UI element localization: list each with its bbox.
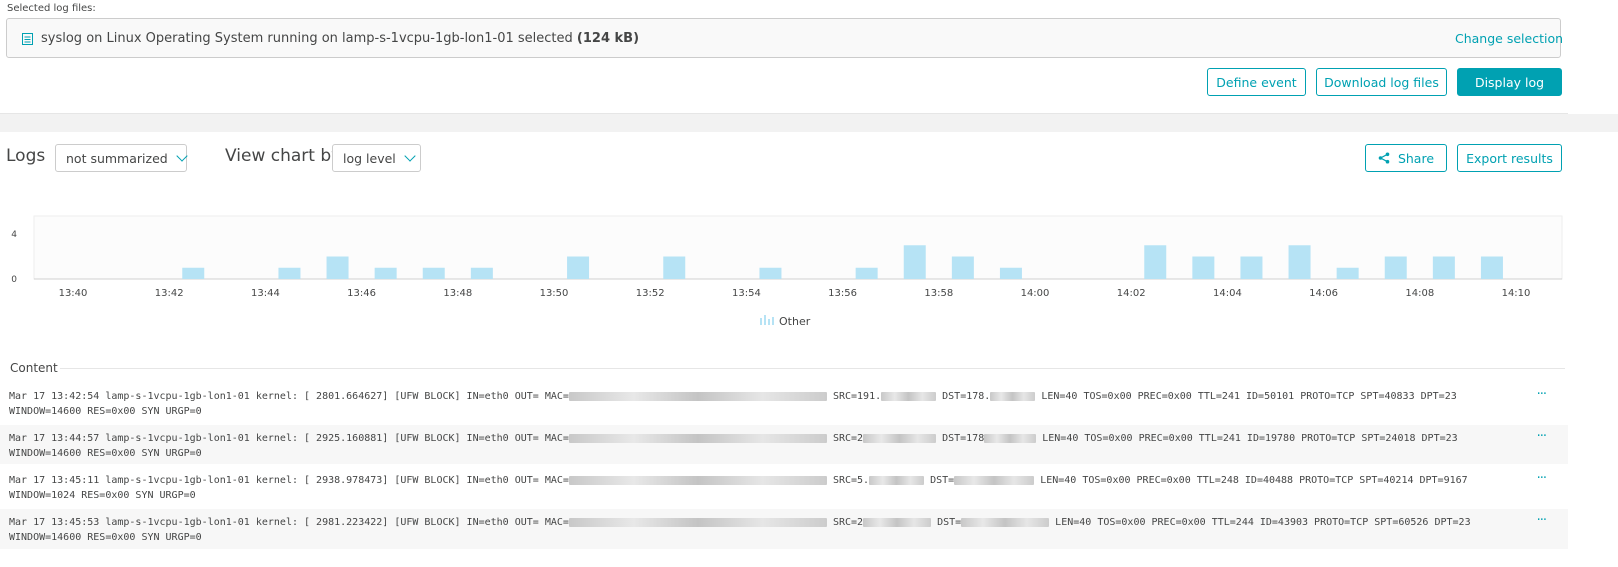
x-tick-label: 13:48 [443,288,472,299]
chart-plot-area [33,215,1563,280]
selected-file-name: syslog on Linux Operating System running… [41,31,573,46]
chart-bar [999,267,1022,279]
more-options-icon[interactable]: ··· [1537,429,1547,444]
chart-bar [278,267,301,279]
redacted-value [961,517,1050,527]
change-selection-link[interactable]: Change selection [1455,31,1563,46]
redacted-value [568,391,827,401]
redacted-value [863,517,932,527]
log-row[interactable]: Mar 17 13:42:54 lamp-s-1vcpu-1gb-lon1-01… [0,383,1568,422]
define-event-button[interactable]: Define event [1207,68,1306,96]
download-log-files-button[interactable]: Download log files [1316,68,1447,96]
chart-bar [182,267,205,279]
chart-bar [1192,256,1215,279]
y-tick-label: 4 [11,230,17,240]
x-tick-label: 14:04 [1213,288,1242,299]
redacted-value [568,433,827,443]
chevron-down-icon [404,150,416,162]
x-tick-label: 13:52 [636,288,665,299]
more-options-icon[interactable]: ··· [1537,471,1547,486]
chart-bar [470,267,493,279]
chart-bar [1288,245,1311,279]
chart-by-dropdown[interactable]: log level [332,144,421,172]
legend-icon [760,318,762,325]
x-tick-label: 13:58 [924,288,953,299]
x-tick-label: 13:44 [251,288,280,299]
x-tick-label: 13:42 [155,288,184,299]
chart-bar [903,245,926,279]
chart-bar [422,267,445,279]
content-heading: Content [10,361,58,375]
more-options-icon[interactable]: ··· [1537,513,1547,528]
y-tick-label: 0 [11,275,17,285]
x-tick-label: 13:40 [59,288,88,299]
share-label: Share [1397,150,1435,166]
log-file-icon [22,33,33,45]
more-options-icon[interactable]: ··· [1537,387,1547,402]
view-chart-by-label: View chart by [225,146,342,166]
log-entry-text: Mar 17 13:45:53 lamp-s-1vcpu-1gb-lon1-01… [9,517,1471,543]
redacted-value [984,433,1037,443]
chart-bar [567,256,590,279]
selected-file-description: syslog on Linux Operating System running… [41,31,639,46]
logs-title: Logs [6,146,46,166]
chart-bar [1480,256,1503,279]
section-separator [0,114,1618,132]
log-level-bar-chart: 0 4 13:40 13:42 13:44 13:46 13:48 13:50 13:52 13:… [11,215,1563,328]
legend-icon [772,317,774,325]
redacted-value [881,391,937,401]
chart-bar [1144,245,1167,279]
selected-file-size: (124 kB) [576,31,640,46]
chart-bar [855,267,878,279]
chart-bar [1240,256,1263,279]
summarize-dropdown[interactable]: not summarized [55,144,188,172]
log-entry-text: Mar 17 13:45:11 lamp-s-1vcpu-1gb-lon1-01… [9,475,1468,501]
log-row[interactable]: Mar 17 13:45:53 lamp-s-1vcpu-1gb-lon1-01… [0,509,1568,549]
redacted-value [869,475,925,485]
x-tick-label: 14:02 [1117,288,1146,299]
redacted-value [863,433,937,443]
chevron-down-icon [176,150,188,162]
chart-bar [1336,267,1359,279]
share-button[interactable]: Share [1365,144,1447,172]
redacted-value [990,391,1036,401]
selected-files-label: Selected log files: [7,3,96,14]
x-tick-label: 14:10 [1502,288,1531,299]
x-tick-label: 14:06 [1309,288,1338,299]
chart-bar [374,267,397,279]
content-divider [60,368,1565,369]
x-tick-label: 14:00 [1021,288,1050,299]
chart-bar [759,267,782,279]
share-icon [1378,152,1390,164]
x-tick-label: 13:54 [732,288,761,299]
redacted-value [568,475,827,485]
log-row[interactable]: Mar 17 13:45:11 lamp-s-1vcpu-1gb-lon1-01… [0,467,1568,506]
x-tick-label: 13:46 [347,288,376,299]
log-entry-text: Mar 17 13:42:54 lamp-s-1vcpu-1gb-lon1-01… [9,391,1457,417]
x-tick-label: 14:08 [1405,288,1434,299]
x-tick-label: 13:56 [828,288,857,299]
redacted-value [568,517,827,527]
redacted-value [954,475,1035,485]
legend-label: Other [779,315,811,328]
chart-bar [951,256,974,279]
legend-icon [768,319,770,325]
chart-by-value: log level [343,150,396,166]
x-tick-label: 13:50 [540,288,569,299]
summarize-value: not summarized [66,150,168,166]
legend-icon [764,315,766,325]
display-log-button[interactable]: Display log [1457,68,1562,96]
log-entry-text: Mar 17 13:44:57 lamp-s-1vcpu-1gb-lon1-01… [9,433,1458,459]
chart-bar [663,256,686,279]
log-row[interactable]: Mar 17 13:44:57 lamp-s-1vcpu-1gb-lon1-01… [0,425,1568,464]
chart-bar [326,256,349,279]
export-results-button[interactable]: Export results [1457,144,1562,172]
chart-bar [1384,256,1407,279]
chart-bar [1432,256,1455,279]
